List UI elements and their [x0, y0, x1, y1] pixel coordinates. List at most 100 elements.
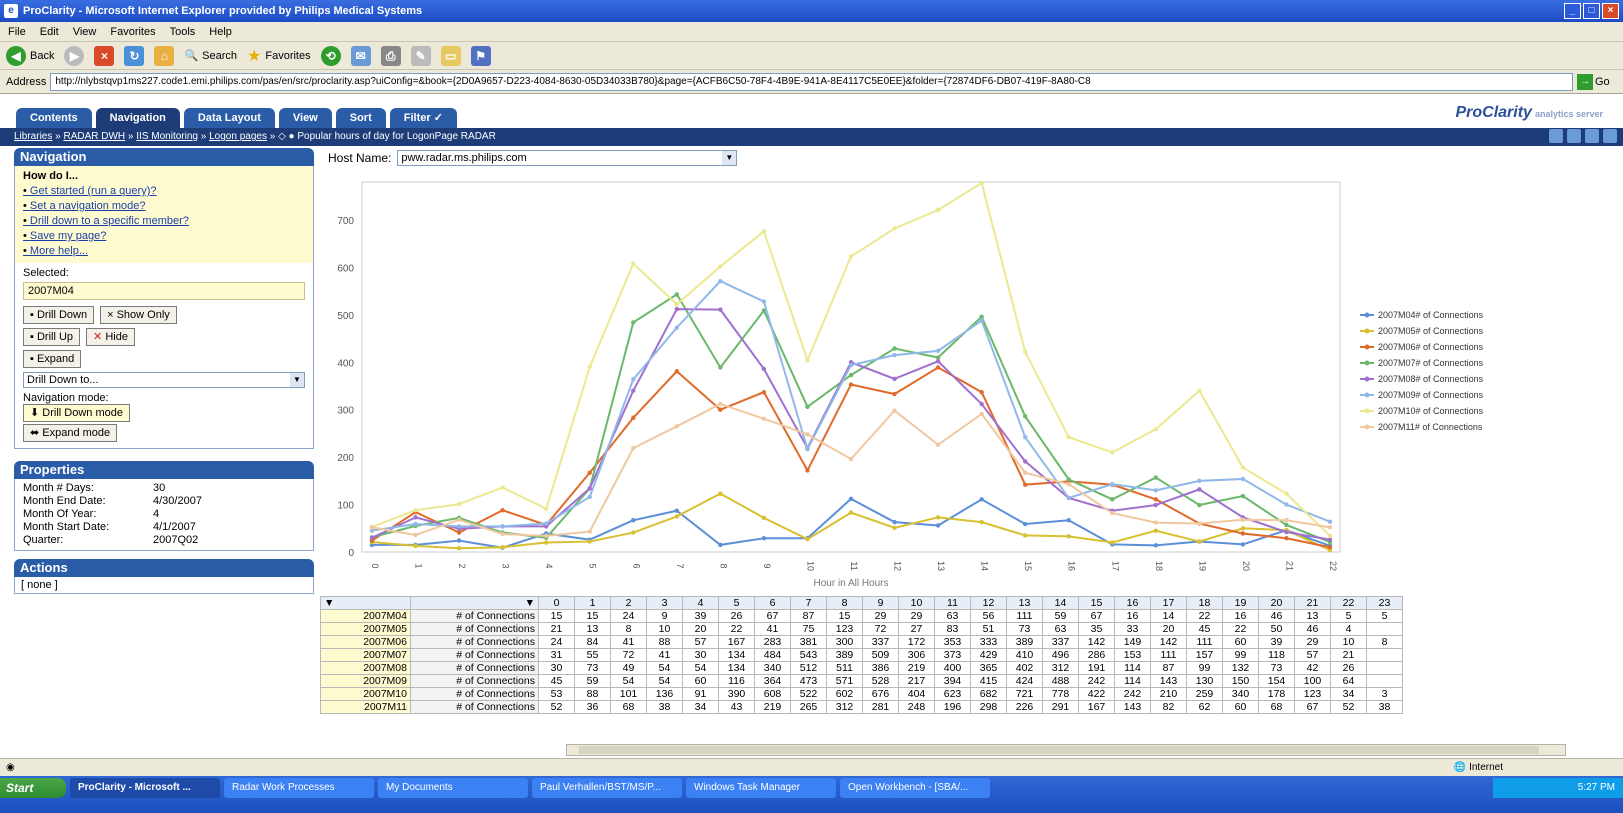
expand-mode-button[interactable]: ⬌ Expand mode [23, 424, 118, 442]
data-point [935, 523, 941, 528]
column-header[interactable]: 9 [862, 596, 899, 610]
task-task-manager[interactable]: Windows Task Manager [686, 778, 836, 798]
row-header[interactable]: 2007M11 [320, 700, 411, 714]
home-icon[interactable]: ⌂ [154, 45, 175, 66]
help-link-save-page[interactable]: Save my page? [23, 229, 305, 244]
menu-help[interactable]: Help [209, 26, 232, 38]
column-header[interactable]: 21 [1294, 596, 1331, 610]
forward-button[interactable]: ▶ [64, 45, 85, 66]
back-button[interactable]: ◀ Back [6, 45, 54, 66]
column-header[interactable]: 7 [790, 596, 827, 610]
chart-view-icon[interactable] [1549, 129, 1563, 143]
tab-view[interactable]: View [278, 108, 332, 128]
column-header[interactable]: 18 [1186, 596, 1223, 610]
column-header[interactable]: 23 [1366, 596, 1403, 610]
history-icon[interactable]: ⟲ [320, 45, 341, 66]
column-header[interactable]: 4 [682, 596, 719, 610]
search-button[interactable]: 🔍 Search [184, 49, 237, 63]
export-icon[interactable] [1585, 129, 1599, 143]
expand-button[interactable]: ▪ Expand [23, 350, 82, 368]
tab-navigation[interactable]: Navigation [95, 108, 180, 128]
row-header[interactable]: 2007M04 [320, 609, 411, 623]
grid-view-icon[interactable] [1567, 129, 1581, 143]
row-header[interactable]: 2007M10 [320, 687, 411, 701]
go-button[interactable]: → Go [1577, 73, 1617, 91]
drill-down-mode-button[interactable]: ⬇ Drill Down mode [23, 404, 130, 422]
host-select[interactable]: pww.radar.ms.philips.com ▼ [397, 150, 738, 166]
column-header[interactable]: 13 [1006, 596, 1043, 610]
column-header[interactable]: 16 [1114, 596, 1151, 610]
refresh-icon[interactable]: ↻ [124, 45, 145, 66]
tab-contents[interactable]: Contents [16, 108, 92, 128]
favorites-button[interactable]: ★ Favorites [247, 46, 311, 66]
data-point [674, 306, 680, 312]
table-cell: 67 [1294, 700, 1331, 714]
menu-file[interactable]: File [8, 26, 26, 38]
column-header[interactable]: 22 [1330, 596, 1367, 610]
column-header[interactable]: 19 [1222, 596, 1259, 610]
menu-favorites[interactable]: Favorites [110, 26, 155, 38]
column-header[interactable]: 20 [1258, 596, 1295, 610]
menu-tools[interactable]: Tools [170, 26, 196, 38]
minimize-button[interactable]: _ [1564, 3, 1581, 19]
row-header[interactable]: 2007M08 [320, 661, 411, 675]
column-header[interactable]: 2 [610, 596, 647, 610]
start-button[interactable]: Start [0, 778, 66, 798]
column-header[interactable]: 12 [970, 596, 1007, 610]
table-cell: 100 [1294, 674, 1331, 688]
print-icon[interactable]: ⎙ [380, 45, 401, 66]
column-header[interactable]: 11 [934, 596, 971, 610]
row-filter-icon[interactable]: ▼ [320, 596, 411, 610]
help-link-nav-mode[interactable]: Set a navigation mode? [23, 199, 305, 214]
breadcrumb-radar-dwh[interactable]: RADAR DWH [63, 131, 125, 142]
tab-sort[interactable]: Sort [335, 108, 386, 128]
column-header[interactable]: 10 [898, 596, 935, 610]
drill-down-button[interactable]: ▪ Drill Down [23, 306, 95, 324]
data-point [1153, 502, 1159, 508]
column-header[interactable]: 3 [646, 596, 683, 610]
help-link-more[interactable]: More help... [23, 244, 305, 259]
task-proclarity[interactable]: ProClarity - Microsoft ... [70, 778, 220, 798]
column-header[interactable]: 17 [1150, 596, 1187, 610]
stop-icon[interactable]: × [94, 45, 115, 66]
address-input[interactable]: http://nlybstqvp1ms227.code1.emi.philips… [50, 72, 1573, 91]
drill-up-button[interactable]: ▪ Drill Up [23, 328, 81, 346]
y-tick-label: 100 [337, 501, 354, 512]
measure-filter-icon[interactable]: ▼ [410, 596, 539, 610]
column-header[interactable]: 0 [538, 596, 575, 610]
column-header[interactable]: 15 [1078, 596, 1115, 610]
help-icon[interactable] [1603, 129, 1617, 143]
column-header[interactable]: 14 [1042, 596, 1079, 610]
column-header[interactable]: 6 [754, 596, 791, 610]
help-link-drill-down[interactable]: Drill down to a specific member? [23, 214, 305, 229]
close-button[interactable]: × [1602, 3, 1619, 19]
tab-filter[interactable]: Filter ✓ [389, 108, 457, 128]
row-header[interactable]: 2007M07 [320, 648, 411, 662]
edit-icon[interactable]: ✎ [410, 45, 431, 66]
task-radar-work[interactable]: Radar Work Processes [224, 778, 374, 798]
tab-data-layout[interactable]: Data Layout [183, 108, 275, 128]
task-my-documents[interactable]: My Documents [378, 778, 528, 798]
hide-button[interactable]: ✕ Hide [86, 328, 135, 346]
show-only-button[interactable]: × Show Only [100, 306, 177, 324]
mail-icon[interactable]: ✉ [350, 45, 371, 66]
task-paul-verhallen[interactable]: Paul Verhallen/BST/MS/P... [532, 778, 682, 798]
task-open-workbench[interactable]: Open Workbench - [SBA/... [840, 778, 990, 798]
row-header[interactable]: 2007M06 [320, 635, 411, 649]
row-header[interactable]: 2007M05 [320, 622, 411, 636]
maximize-button[interactable]: □ [1583, 3, 1600, 19]
drill-down-to-select[interactable]: Drill Down to... ▼ [23, 372, 305, 388]
menu-view[interactable]: View [73, 26, 97, 38]
column-header[interactable]: 1 [574, 596, 611, 610]
folder-icon[interactable]: ▭ [440, 45, 461, 66]
breadcrumb-logon-pages[interactable]: Logon pages [209, 131, 267, 142]
row-header[interactable]: 2007M09 [320, 674, 411, 688]
column-header[interactable]: 8 [826, 596, 863, 610]
breadcrumb-libraries[interactable]: Libraries [14, 131, 52, 142]
column-header[interactable]: 5 [718, 596, 755, 610]
horizontal-scrollbar[interactable] [566, 744, 1566, 756]
messenger-icon[interactable]: ⚑ [470, 45, 491, 66]
menu-edit[interactable]: Edit [40, 26, 59, 38]
help-link-get-started[interactable]: Get started (run a query)? [23, 184, 305, 199]
breadcrumb-iis-monitoring[interactable]: IIS Monitoring [136, 131, 198, 142]
